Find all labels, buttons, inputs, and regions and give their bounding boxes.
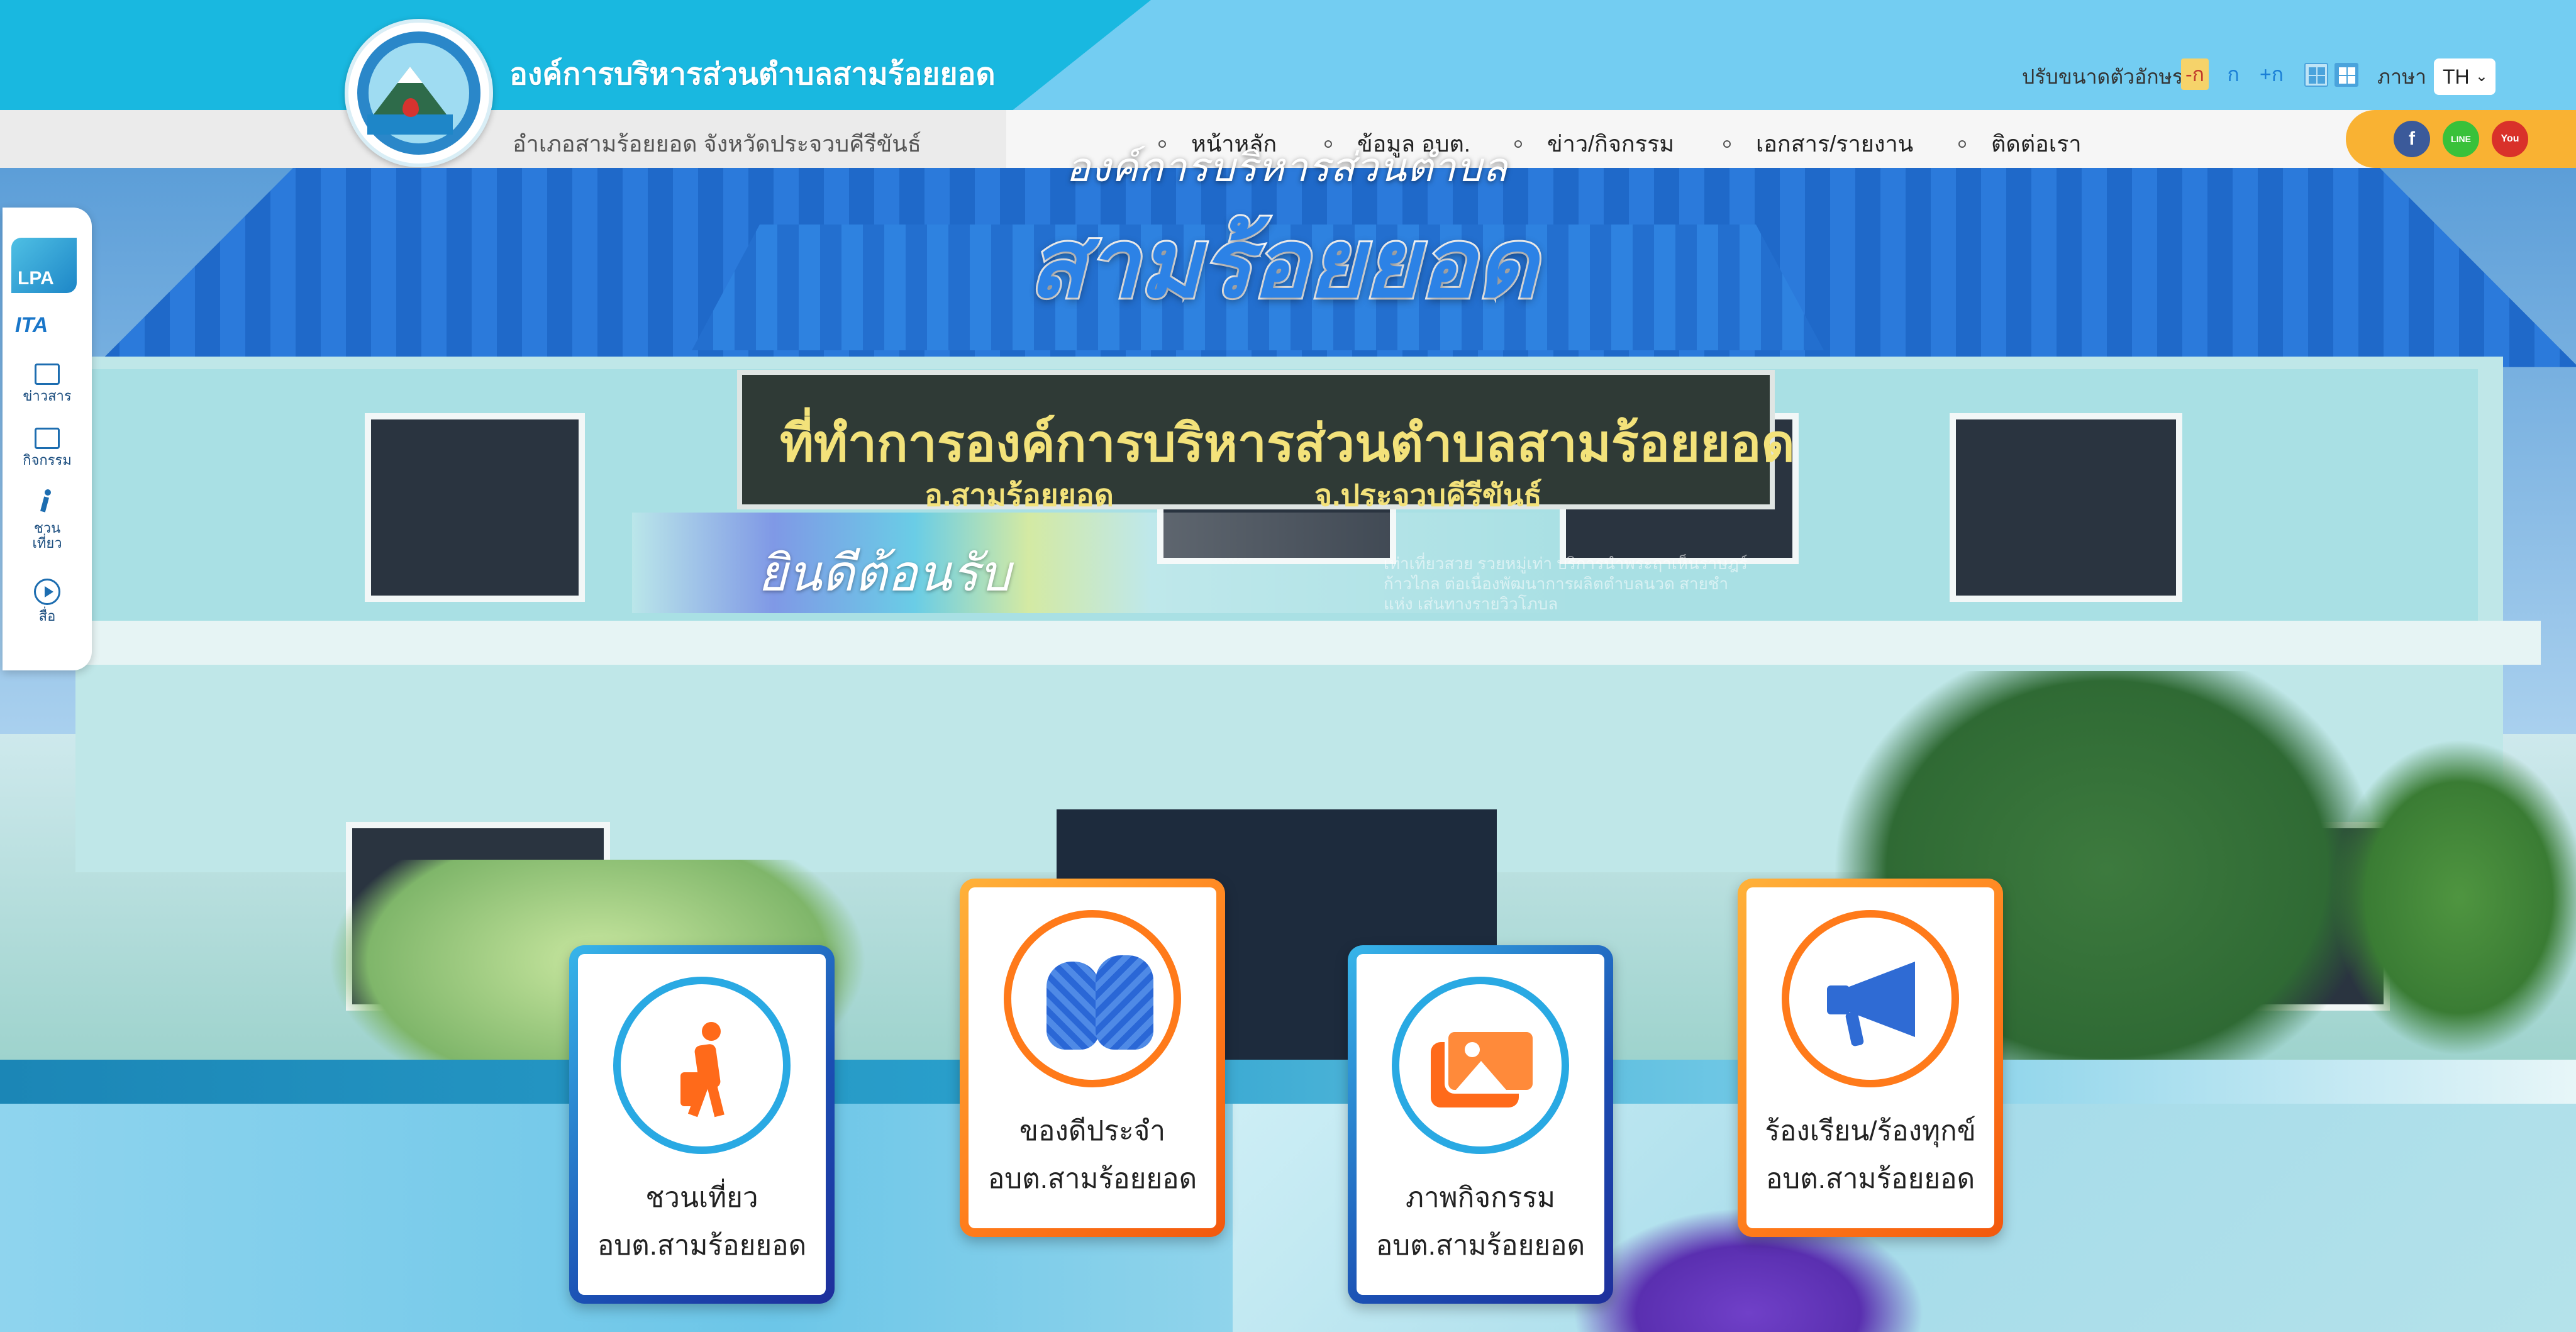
nav-item-label: เอกสาร/รายงาน bbox=[1756, 131, 1914, 157]
nav-item-news[interactable]: ข่าว/กิจกรรม bbox=[1514, 126, 1674, 162]
photo-icon bbox=[1431, 1028, 1538, 1110]
play-icon bbox=[34, 579, 60, 605]
language-select[interactable]: TH ⌄ bbox=[2434, 58, 2496, 95]
card-title: ร้องเรียน/ร้องทุกข์ bbox=[1765, 1116, 1976, 1146]
hiker-icon bbox=[35, 489, 60, 517]
hero-title: สามร้อยยอด bbox=[1026, 209, 1539, 318]
nav-item-label: ติดต่อเรา bbox=[1991, 131, 2082, 157]
dock-item-activities[interactable]: กิจกรรม bbox=[3, 428, 92, 468]
dock-item-label: กิจกรรม bbox=[23, 452, 72, 468]
grid-view-light-icon[interactable] bbox=[2304, 63, 2328, 87]
card-subtitle: อบต.สามร้อยยอด bbox=[987, 1163, 1197, 1194]
dock-item-travel[interactable]: ชวน เที่ยว bbox=[3, 489, 92, 551]
card-title: ชวนเที่ยว bbox=[645, 1182, 758, 1213]
font-smaller-button[interactable]: -ก bbox=[2181, 58, 2209, 90]
lpa-button[interactable]: LPA bbox=[11, 238, 77, 293]
dock-item-label: ข่าวสาร bbox=[23, 388, 72, 404]
nav-item-label: ข่าว/กิจกรรม bbox=[1547, 131, 1675, 157]
font-size-label: ปรับขนาดตัวอักษร bbox=[2022, 65, 2183, 88]
logo-water-icon bbox=[367, 114, 453, 135]
org-logo[interactable] bbox=[345, 19, 493, 167]
hero-window bbox=[1950, 413, 2182, 602]
card-activity-photos[interactable]: ภาพกิจกรรม อบต.สามร้อยยอด bbox=[1348, 945, 1613, 1304]
card-subtitle: อบต.สามร้อยยอด bbox=[1765, 1163, 1975, 1194]
side-dock: LPA ITA ข่าวสาร กิจกรรม ชวน เที่ยว สื่อ bbox=[3, 208, 92, 670]
traveler-icon bbox=[680, 1022, 737, 1118]
dock-item-label: สื่อ bbox=[38, 608, 56, 624]
language-value: TH bbox=[2443, 65, 2470, 88]
org-title[interactable]: องค์การบริหารส่วนตำบลสามร้อยยอด bbox=[509, 50, 996, 98]
card-icon-circle bbox=[613, 977, 791, 1154]
logo-snow-icon bbox=[397, 67, 423, 83]
card-subtitle: อบต.สามร้อยยอด bbox=[597, 1230, 807, 1261]
bullet-icon bbox=[1723, 140, 1731, 148]
org-subtitle: อำเภอสามร้อยยอด จังหวัดประจวบคีรีขันธ์ bbox=[513, 131, 921, 157]
hero-eave bbox=[38, 621, 2541, 665]
dock-item-label: ชวน เที่ยว bbox=[32, 520, 62, 551]
card-local-products[interactable]: ของดีประจำ อบต.สามร้อยยอด bbox=[960, 879, 1225, 1237]
card-icon-circle bbox=[1782, 910, 1959, 1087]
card-subtitle: อบต.สามร้อยยอด bbox=[1375, 1230, 1585, 1261]
card-title: ของดีประจำ bbox=[1019, 1116, 1166, 1146]
hero-palm bbox=[2327, 734, 2576, 1060]
dock-item-news[interactable]: ข่าวสาร bbox=[3, 364, 92, 404]
bullet-icon bbox=[1514, 140, 1522, 148]
card-title: ภาพกิจกรรม bbox=[1405, 1182, 1556, 1213]
megaphone-icon bbox=[1821, 955, 1928, 1050]
image-icon bbox=[35, 428, 60, 449]
facebook-icon[interactable]: f bbox=[2394, 121, 2430, 157]
card-travel[interactable]: ชวนเที่ยว อบต.สามร้อยยอด bbox=[569, 945, 835, 1304]
card-icon-circle bbox=[1392, 977, 1569, 1154]
page: องค์การบริหารส่วนตำบลสามร้อยยอด อำเภอสาม… bbox=[0, 0, 2576, 1332]
newspaper-icon bbox=[35, 364, 60, 385]
bullet-icon bbox=[1958, 140, 1966, 148]
nav-item-documents[interactable]: เอกสาร/รายงาน bbox=[1723, 126, 1913, 162]
card-complaints[interactable]: ร้องเรียน/ร้องทุกข์ อบต.สามร้อยยอด bbox=[1738, 879, 2003, 1237]
dock-item-media[interactable]: สื่อ bbox=[3, 579, 92, 624]
language-label: ภาษา bbox=[2377, 65, 2427, 88]
ita-button[interactable]: ITA bbox=[15, 313, 48, 338]
card-icon-circle bbox=[1004, 910, 1181, 1087]
nav-item-contact[interactable]: ติดต่อเรา bbox=[1958, 126, 2082, 162]
font-normal-button[interactable]: ก bbox=[2224, 58, 2243, 90]
welcome-description: เท่าเที่ยวสวย รวยหมู่เท่า บริการนำพระฤาเ… bbox=[1384, 554, 1748, 613]
font-larger-button[interactable]: +ก bbox=[2258, 58, 2285, 90]
line-icon[interactable]: LINE bbox=[2443, 121, 2479, 157]
chevron-down-icon: ⌄ bbox=[2475, 68, 2488, 85]
bottom-strip bbox=[0, 1060, 2576, 1104]
grid-view-dark-icon[interactable] bbox=[2334, 63, 2358, 87]
hero-window bbox=[365, 413, 585, 602]
logo-drop-icon bbox=[402, 98, 419, 117]
basket-icon bbox=[1046, 943, 1153, 1056]
youtube-icon[interactable]: You bbox=[2492, 121, 2528, 157]
welcome-text: ยินดีต้อนรับ bbox=[758, 545, 1011, 601]
